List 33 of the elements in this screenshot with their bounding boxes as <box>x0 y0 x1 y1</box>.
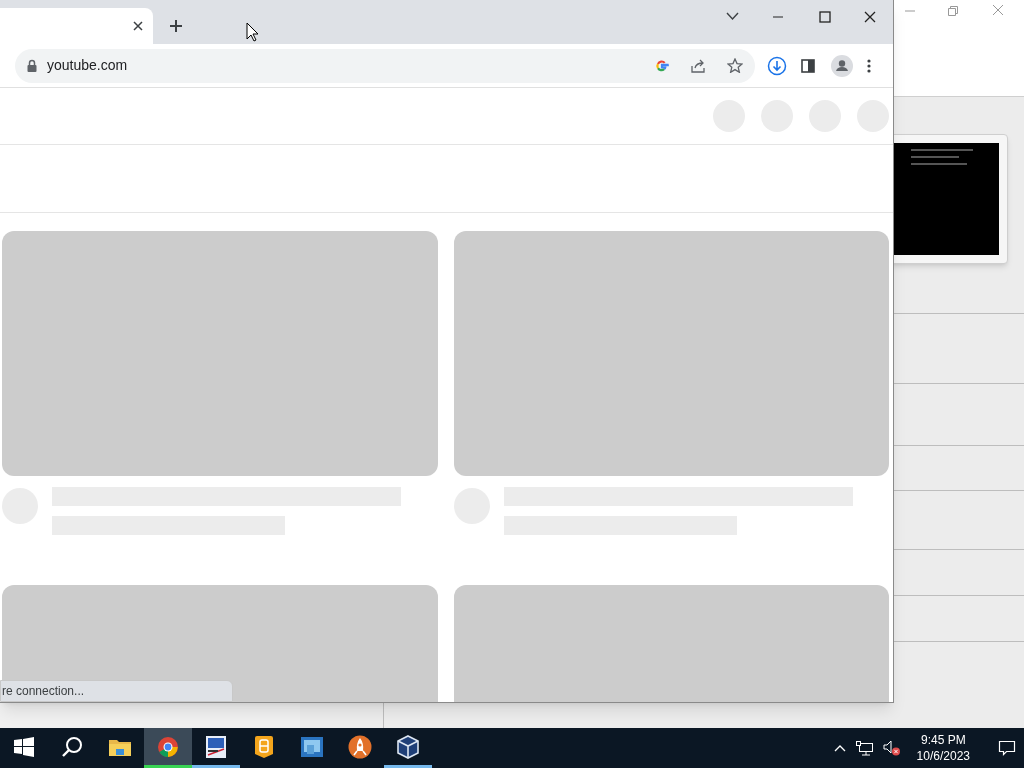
chevron-up-icon[interactable] <box>833 744 846 752</box>
clock[interactable]: 9:45 PM 10/6/2023 <box>910 732 976 764</box>
close-icon[interactable] <box>133 21 143 31</box>
notification-icon[interactable] <box>998 739 1016 757</box>
mouse-cursor-icon <box>246 22 259 42</box>
status-bubble: re connection... <box>0 680 233 702</box>
share-icon[interactable] <box>691 58 707 73</box>
download-icon[interactable] <box>767 55 787 76</box>
monitor-screen-icon <box>300 735 324 758</box>
muted-speaker-icon[interactable] <box>882 740 901 756</box>
rocket-icon <box>348 734 372 759</box>
image-editor-icon <box>205 734 227 759</box>
side-panel-icon[interactable] <box>801 58 815 73</box>
google-g-icon[interactable] <box>655 58 669 73</box>
cube-icon <box>397 734 419 759</box>
chrome-icon <box>157 735 179 758</box>
address-bar[interactable]: youtube.com <box>15 48 755 83</box>
lock-icon <box>27 59 37 72</box>
clock-date: 10/6/2023 <box>916 748 970 764</box>
maximize-icon[interactable] <box>819 11 831 23</box>
profile-icon[interactable] <box>831 54 853 77</box>
windows-icon <box>14 736 34 757</box>
close-icon[interactable] <box>864 11 876 23</box>
search-icon <box>61 735 83 758</box>
star-icon[interactable] <box>727 58 743 73</box>
tab-search-icon[interactable] <box>726 12 739 21</box>
network-icon[interactable] <box>855 740 873 756</box>
restore-icon[interactable] <box>947 5 959 17</box>
menu-icon[interactable] <box>867 58 871 73</box>
clock-time: 9:45 PM <box>920 732 966 748</box>
shield-icon <box>253 734 275 759</box>
url-text: youtube.com <box>47 56 128 75</box>
new-tab-icon[interactable] <box>169 19 183 33</box>
